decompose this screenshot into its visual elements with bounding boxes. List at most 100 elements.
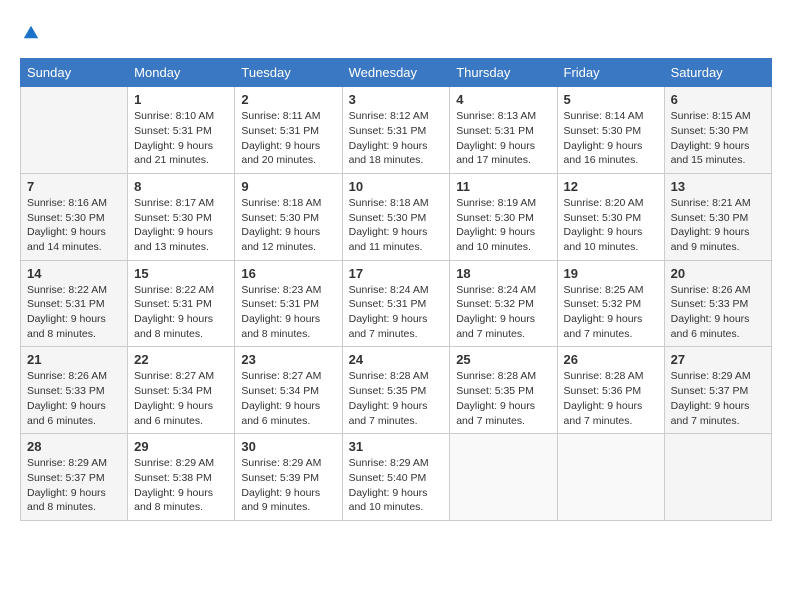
weekday-header-tuesday: Tuesday [235,59,342,87]
calendar-cell: 4 Sunrise: 8:13 AMSunset: 5:31 PMDaylight… [450,87,557,174]
cell-sun-info: Sunrise: 8:20 AMSunset: 5:30 PMDaylight:… [564,196,658,255]
weekday-header-saturday: Saturday [664,59,771,87]
weekday-header-thursday: Thursday [450,59,557,87]
day-number: 14 [27,266,121,281]
logo-icon [22,23,40,41]
cell-sun-info: Sunrise: 8:29 AMSunset: 5:38 PMDaylight:… [134,456,228,515]
cell-sun-info: Sunrise: 8:28 AMSunset: 5:35 PMDaylight:… [349,369,444,428]
day-number: 22 [134,352,228,367]
cell-sun-info: Sunrise: 8:22 AMSunset: 5:31 PMDaylight:… [134,283,228,342]
calendar-cell: 26 Sunrise: 8:28 AMSunset: 5:36 PMDayligh… [557,347,664,434]
calendar-cell: 28 Sunrise: 8:29 AMSunset: 5:37 PMDayligh… [21,434,128,521]
day-number: 20 [671,266,765,281]
calendar-cell: 22 Sunrise: 8:27 AMSunset: 5:34 PMDayligh… [128,347,235,434]
day-number: 23 [241,352,335,367]
calendar-cell: 19 Sunrise: 8:25 AMSunset: 5:32 PMDayligh… [557,260,664,347]
calendar-cell: 13 Sunrise: 8:21 AMSunset: 5:30 PMDayligh… [664,173,771,260]
weekday-header-sunday: Sunday [21,59,128,87]
cell-sun-info: Sunrise: 8:11 AMSunset: 5:31 PMDaylight:… [241,109,335,168]
calendar-cell [21,87,128,174]
day-number: 5 [564,92,658,107]
cell-sun-info: Sunrise: 8:22 AMSunset: 5:31 PMDaylight:… [27,283,121,342]
calendar-cell [557,434,664,521]
day-number: 21 [27,352,121,367]
cell-sun-info: Sunrise: 8:16 AMSunset: 5:30 PMDaylight:… [27,196,121,255]
calendar-cell: 24 Sunrise: 8:28 AMSunset: 5:35 PMDayligh… [342,347,450,434]
day-number: 11 [456,179,550,194]
calendar-cell: 1Sunrise: 8:10 AMSunset: 5:31 PMDaylight… [128,87,235,174]
calendar-cell: 21 Sunrise: 8:26 AMSunset: 5:33 PMDayligh… [21,347,128,434]
cell-sun-info: Sunrise: 8:18 AMSunset: 5:30 PMDaylight:… [349,196,444,255]
day-number: 18 [456,266,550,281]
calendar-cell: 27 Sunrise: 8:29 AMSunset: 5:37 PMDayligh… [664,347,771,434]
cell-sun-info: Sunrise: 8:29 AMSunset: 5:37 PMDaylight:… [671,369,765,428]
calendar-cell [450,434,557,521]
calendar-week-4: 21 Sunrise: 8:26 AMSunset: 5:33 PMDayligh… [21,347,772,434]
cell-sun-info: Sunrise: 8:12 AMSunset: 5:31 PMDaylight:… [349,109,444,168]
day-number: 12 [564,179,658,194]
calendar-week-1: 1Sunrise: 8:10 AMSunset: 5:31 PMDaylight… [21,87,772,174]
day-number: 9 [241,179,335,194]
calendar-cell: 9 Sunrise: 8:18 AMSunset: 5:30 PMDaylight… [235,173,342,260]
day-number: 28 [27,439,121,454]
cell-sun-info: Sunrise: 8:26 AMSunset: 5:33 PMDaylight:… [671,283,765,342]
day-number: 27 [671,352,765,367]
cell-sun-info: Sunrise: 8:14 AMSunset: 5:30 PMDaylight:… [564,109,658,168]
day-number: 2 [241,92,335,107]
calendar-header-row: SundayMondayTuesdayWednesdayThursdayFrid… [21,59,772,87]
calendar-cell: 2 Sunrise: 8:11 AMSunset: 5:31 PMDaylight… [235,87,342,174]
cell-sun-info: Sunrise: 8:23 AMSunset: 5:31 PMDaylight:… [241,283,335,342]
cell-sun-info: Sunrise: 8:25 AMSunset: 5:32 PMDaylight:… [564,283,658,342]
day-number: 31 [349,439,444,454]
calendar-week-5: 28 Sunrise: 8:29 AMSunset: 5:37 PMDayligh… [21,434,772,521]
calendar-cell: 30Sunrise: 8:29 AMSunset: 5:39 PMDayligh… [235,434,342,521]
cell-sun-info: Sunrise: 8:13 AMSunset: 5:31 PMDaylight:… [456,109,550,168]
calendar-cell: 12 Sunrise: 8:20 AMSunset: 5:30 PMDayligh… [557,173,664,260]
calendar-cell: 20 Sunrise: 8:26 AMSunset: 5:33 PMDayligh… [664,260,771,347]
cell-sun-info: Sunrise: 8:18 AMSunset: 5:30 PMDaylight:… [241,196,335,255]
cell-sun-info: Sunrise: 8:19 AMSunset: 5:30 PMDaylight:… [456,196,550,255]
cell-sun-info: Sunrise: 8:27 AMSunset: 5:34 PMDaylight:… [134,369,228,428]
calendar-cell: 10 Sunrise: 8:18 AMSunset: 5:30 PMDayligh… [342,173,450,260]
cell-sun-info: Sunrise: 8:17 AMSunset: 5:30 PMDaylight:… [134,196,228,255]
calendar-cell: 3Sunrise: 8:12 AMSunset: 5:31 PMDaylight… [342,87,450,174]
day-number: 25 [456,352,550,367]
cell-sun-info: Sunrise: 8:29 AMSunset: 5:37 PMDaylight:… [27,456,121,515]
calendar-cell: 31 Sunrise: 8:29 AMSunset: 5:40 PMDayligh… [342,434,450,521]
cell-sun-info: Sunrise: 8:28 AMSunset: 5:36 PMDaylight:… [564,369,658,428]
calendar-cell: 15 Sunrise: 8:22 AMSunset: 5:31 PMDayligh… [128,260,235,347]
calendar-week-2: 7Sunrise: 8:16 AMSunset: 5:30 PMDaylight… [21,173,772,260]
day-number: 24 [349,352,444,367]
day-number: 10 [349,179,444,194]
calendar-cell: 14 Sunrise: 8:22 AMSunset: 5:31 PMDayligh… [21,260,128,347]
cell-sun-info: Sunrise: 8:24 AMSunset: 5:31 PMDaylight:… [349,283,444,342]
day-number: 1 [134,92,228,107]
calendar-cell [664,434,771,521]
calendar-cell: 17Sunrise: 8:24 AMSunset: 5:31 PMDayligh… [342,260,450,347]
cell-sun-info: Sunrise: 8:27 AMSunset: 5:34 PMDaylight:… [241,369,335,428]
day-number: 16 [241,266,335,281]
weekday-header-wednesday: Wednesday [342,59,450,87]
calendar-table: SundayMondayTuesdayWednesdayThursdayFrid… [20,58,772,521]
calendar-body: 1Sunrise: 8:10 AMSunset: 5:31 PMDaylight… [21,87,772,521]
logo-text [20,20,40,44]
cell-sun-info: Sunrise: 8:29 AMSunset: 5:40 PMDaylight:… [349,456,444,515]
page-header [20,20,772,42]
day-number: 15 [134,266,228,281]
cell-sun-info: Sunrise: 8:29 AMSunset: 5:39 PMDaylight:… [241,456,335,515]
logo [20,20,40,42]
calendar-week-3: 14 Sunrise: 8:22 AMSunset: 5:31 PMDayligh… [21,260,772,347]
cell-sun-info: Sunrise: 8:21 AMSunset: 5:30 PMDaylight:… [671,196,765,255]
day-number: 29 [134,439,228,454]
calendar-cell: 23 Sunrise: 8:27 AMSunset: 5:34 PMDayligh… [235,347,342,434]
day-number: 26 [564,352,658,367]
calendar-cell: 16 Sunrise: 8:23 AMSunset: 5:31 PMDayligh… [235,260,342,347]
calendar-cell: 18Sunrise: 8:24 AMSunset: 5:32 PMDayligh… [450,260,557,347]
day-number: 13 [671,179,765,194]
cell-sun-info: Sunrise: 8:15 AMSunset: 5:30 PMDaylight:… [671,109,765,168]
calendar-cell: 25Sunrise: 8:28 AMSunset: 5:35 PMDayligh… [450,347,557,434]
day-number: 4 [456,92,550,107]
day-number: 19 [564,266,658,281]
cell-sun-info: Sunrise: 8:26 AMSunset: 5:33 PMDaylight:… [27,369,121,428]
calendar-cell: 11 Sunrise: 8:19 AMSunset: 5:30 PMDayligh… [450,173,557,260]
